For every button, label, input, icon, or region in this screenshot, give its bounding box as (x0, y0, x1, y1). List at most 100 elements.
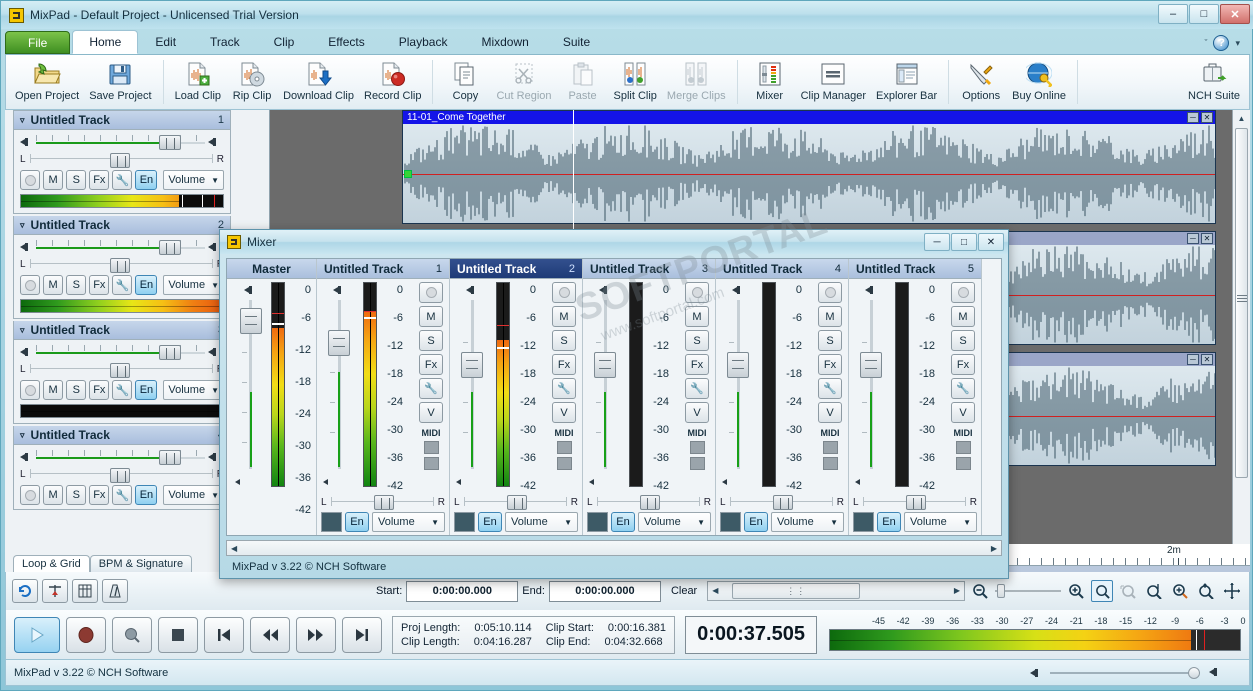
mixer-pan-slider[interactable] (862, 495, 966, 510)
mixer-horizontal-scrollbar[interactable]: ◀ ▶ (226, 540, 1002, 556)
track-settings-wrench-icon[interactable]: 🔧 (112, 380, 133, 400)
scroll-thumb[interactable] (1235, 128, 1248, 478)
mixer-envelope-enable-button[interactable]: En (744, 512, 768, 532)
mixer-fx-button[interactable]: Fx (685, 354, 709, 375)
track-header[interactable]: ▿ Untitled Track 3 (14, 321, 230, 340)
track-envelope-mode-select[interactable]: Volume ▼ (163, 485, 225, 505)
options-button[interactable]: Options (955, 57, 1007, 107)
zoom-out-icon[interactable] (969, 580, 991, 602)
mixer-solo-button[interactable]: S (951, 330, 975, 351)
copy-button[interactable]: Copy (439, 57, 491, 107)
mixer-settings-wrench-icon[interactable]: 🔧 (552, 378, 576, 399)
mixer-minimize-button[interactable]: ─ (924, 233, 950, 251)
midi-out-indicator[interactable] (955, 457, 971, 470)
clip-close-button[interactable]: ✕ (1201, 354, 1213, 365)
selection-start-field[interactable]: 0:00:00.000 (406, 580, 519, 602)
zoom-region-icon[interactable] (1117, 580, 1139, 602)
mixer-v-button[interactable]: V (419, 402, 443, 423)
mixer-solo-button[interactable]: S (419, 330, 443, 351)
fader-knob[interactable] (594, 352, 616, 378)
mixer-fx-button[interactable]: Fx (552, 354, 576, 375)
track-volume-slider[interactable] (36, 449, 205, 465)
scroll-thumb[interactable]: ⋮⋮ (732, 583, 861, 599)
track-envelope-enable-button[interactable]: En (135, 485, 158, 505)
mixer-envelope-mode-select[interactable]: Volume ▼ (372, 512, 445, 532)
mixer-strip-track-2[interactable]: Untitled Track 2 0 -6 -12 -18 -24 -30 -3… (450, 259, 583, 535)
mixer-pan-slider[interactable] (596, 495, 700, 510)
track-envelope-mode-select[interactable]: Volume ▼ (163, 275, 225, 295)
stop-button[interactable] (158, 616, 198, 653)
track-pan-slider[interactable] (29, 362, 213, 378)
tab-loop-grid[interactable]: Loop & Grid (13, 555, 90, 572)
paste-button[interactable]: Paste (557, 57, 609, 107)
clear-selection-button[interactable]: Clear (665, 585, 703, 597)
zoom-slider[interactable] (995, 583, 1061, 599)
midi-in-indicator[interactable] (822, 441, 838, 454)
mixer-record-arm-button[interactable] (951, 282, 975, 303)
grid-snap-icon[interactable] (42, 579, 68, 603)
track-solo-button[interactable]: S (66, 485, 87, 505)
mixer-mute-button[interactable]: M (552, 306, 576, 327)
chevron-down-icon[interactable]: ▿ (20, 115, 25, 126)
tab-track[interactable]: Track (193, 30, 257, 54)
tab-bpm-signature[interactable]: BPM & Signature (89, 555, 193, 572)
mixer-window[interactable]: Mixer ─ □ ✕ Master 0 -6 -12 -18 -24 -30 … (219, 229, 1009, 579)
speaker-mute-icon[interactable] (589, 477, 601, 487)
mixer-v-button[interactable]: V (552, 402, 576, 423)
selection-end-field[interactable]: 0:00:00.000 (548, 580, 661, 602)
track-record-arm-button[interactable] (20, 380, 41, 400)
clip-manager-button[interactable]: Clip Manager (796, 57, 871, 107)
track-strip[interactable]: ▿ Untitled Track 1 L R M S Fx 🔧 En Volum… (13, 110, 231, 214)
collapse-ribbon-icon[interactable]: ˇ (1204, 38, 1207, 48)
scroll-left-arrow-icon[interactable]: ◀ (712, 586, 718, 595)
mixer-fader[interactable] (233, 282, 269, 487)
scroll-right-arrow-icon[interactable]: ▶ (954, 586, 960, 595)
open-project-button[interactable]: Open Project (10, 57, 84, 107)
mixer-strip-header[interactable]: Master (227, 259, 316, 279)
zoom-vertical-icon[interactable] (1143, 580, 1165, 602)
mixer-strip-track-3[interactable]: Untitled Track 3 0 -6 -12 -18 -24 -30 -3… (583, 259, 716, 535)
mixer-strip-header[interactable]: Untitled Track 1 (317, 259, 449, 279)
mixer-fader[interactable] (853, 282, 891, 487)
mixer-envelope-enable-button[interactable]: En (611, 512, 635, 532)
track-pan-slider[interactable] (29, 152, 213, 168)
fader-knob[interactable] (727, 352, 749, 378)
zoom-in-sel-icon[interactable] (1169, 580, 1191, 602)
track-mute-button[interactable]: M (43, 380, 64, 400)
grid-icon[interactable] (72, 579, 98, 603)
track-record-arm-button[interactable] (20, 170, 41, 190)
mixer-mute-button[interactable]: M (419, 306, 443, 327)
minimize-button[interactable]: – (1158, 4, 1188, 24)
mixer-fader[interactable] (321, 282, 359, 487)
mixer-envelope-mode-select[interactable]: Volume ▼ (904, 512, 977, 532)
track-fx-button[interactable]: Fx (89, 170, 110, 190)
track-strip[interactable]: ▿ Untitled Track 3 L (13, 321, 231, 424)
zoom-in-icon[interactable] (1065, 580, 1087, 602)
track-envelope-mode-select[interactable]: Volume ▼ (163, 170, 225, 190)
mixer-mute-button[interactable]: M (818, 306, 842, 327)
mixer-solo-button[interactable]: S (818, 330, 842, 351)
clip-title-bar[interactable]: 11-01_Come Together ─ ✕ (403, 111, 1215, 124)
midi-out-indicator[interactable] (689, 457, 705, 470)
timeline-horizontal-scrollbar[interactable]: ◀ ⋮⋮ ▶ (707, 581, 965, 601)
mixer-strip-master[interactable]: Master 0 -6 -12 -18 -24 -30 -36 -42 (227, 259, 317, 535)
save-project-button[interactable]: Save Project (84, 57, 156, 107)
clip-close-button[interactable]: ✕ (1201, 112, 1213, 123)
mixer-record-arm-button[interactable] (818, 282, 842, 303)
mixer-record-arm-button[interactable] (419, 282, 443, 303)
mixer-v-button[interactable]: V (818, 402, 842, 423)
fader-knob[interactable] (240, 308, 262, 334)
rewind-button[interactable] (250, 616, 290, 653)
track-header[interactable]: ▿ Untitled Track 4 (14, 426, 230, 445)
maximize-button[interactable]: □ (1189, 4, 1219, 24)
track-settings-wrench-icon[interactable]: 🔧 (112, 485, 133, 505)
track-solo-button[interactable]: S (66, 275, 87, 295)
track-settings-wrench-icon[interactable]: 🔧 (112, 170, 133, 190)
mixer-settings-wrench-icon[interactable]: 🔧 (685, 378, 709, 399)
mixer-mute-button[interactable]: M (685, 306, 709, 327)
speaker-mute-icon[interactable] (323, 477, 335, 487)
speaker-mute-icon[interactable] (235, 477, 247, 487)
explorer-bar-button[interactable]: Explorer Bar (871, 57, 942, 107)
mixer-color-swatch[interactable] (853, 512, 874, 532)
track-record-arm-button[interactable] (20, 485, 41, 505)
